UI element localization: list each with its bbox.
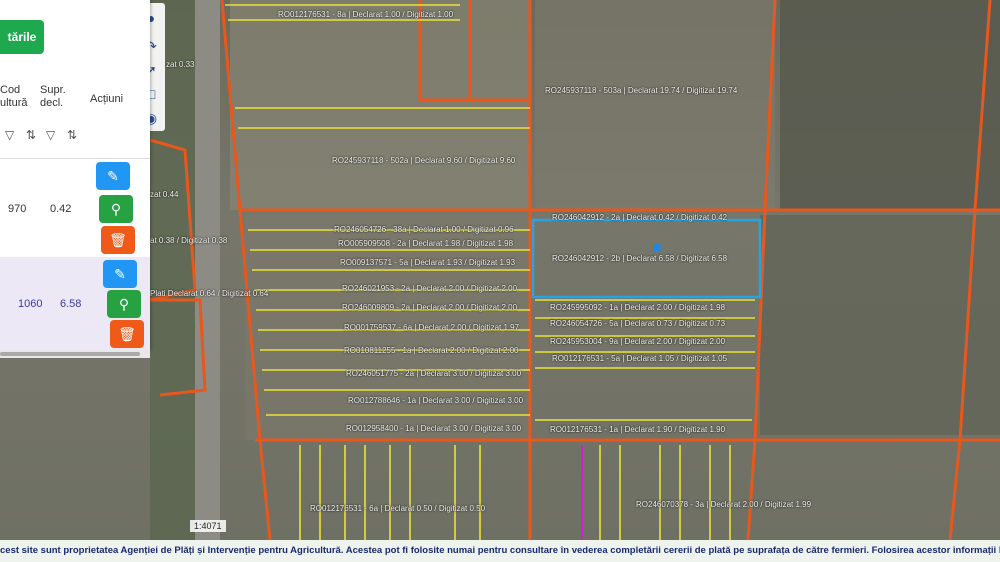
pencil-icon: ✎ <box>107 167 119 184</box>
delete-button[interactable]: 🗑 <box>110 320 144 348</box>
suprafata-cell: 0.42 <box>50 203 72 215</box>
parcel-label[interactable]: RO245937118 - 502a | Declarat 9.60 / Dig… <box>332 156 515 165</box>
search-icon: ⚲ <box>110 200 122 217</box>
parcel-label[interactable]: RO245937118 - 503a | Declarat 19.74 / Di… <box>545 86 737 95</box>
parcel-label[interactable]: RO009137571 - 5a | Declarat 1.93 / Digit… <box>340 258 515 267</box>
column-header-actiuni: Acțiuni <box>90 93 124 105</box>
parcel-label-selected[interactable]: RO246042912 - 2b | Declarat 6.58 / Digit… <box>552 254 727 263</box>
parcel-label[interactable]: RO246070378 - 3a | Declarat 2.00 / Digit… <box>636 500 811 509</box>
trash-icon: 🗑 <box>118 325 136 342</box>
sort-icon[interactable]: ⇅ <box>26 128 36 142</box>
delete-button[interactable]: 🗑 <box>101 226 135 254</box>
horizontal-scrollbar[interactable] <box>0 350 150 358</box>
column-header-cod-cultura[interactable]: Cod ultură <box>0 84 28 110</box>
disclaimer-text: cest site sunt proprietatea Agenției de … <box>0 540 1000 562</box>
map-scale: 1:4071 <box>190 520 226 532</box>
scrollbar-thumb[interactable] <box>0 352 140 356</box>
partial-parcel-label[interactable]: zat 0.33 <box>166 60 194 69</box>
parcel-label[interactable]: RO012176531 - 6a | Declarat 0.50 / Digit… <box>310 504 485 513</box>
partial-parcel-label[interactable]: Plati Declarat 0.64 / Digitizat 0.64 <box>150 289 268 298</box>
column-header-suprafata-declarata[interactable]: Supr. decl. <box>40 84 66 110</box>
parcel-label[interactable]: RO001759537 - 6a | Declarat 2.00 / Digit… <box>344 323 519 332</box>
declaration-panel: tările Cod ultură Supr. decl. Acțiuni ▽ … <box>0 0 150 350</box>
parcel-label[interactable]: RO246009809 - 2a | Declarat 2.00 / Digit… <box>342 303 517 312</box>
search-icon: ⚲ <box>118 295 130 312</box>
edit-button[interactable]: ✎ <box>103 260 137 288</box>
table-row-selected[interactable]: 1060 6.58 ✎ ⚲ 🗑 <box>0 257 150 350</box>
parcel-label[interactable]: RO012176531 - 1a | Declarat 1.90 / Digit… <box>550 425 725 434</box>
edit-button[interactable]: ✎ <box>96 162 130 190</box>
suprafata-cell: 6.58 <box>60 298 82 310</box>
cod-cultura-cell: 970 <box>8 203 27 215</box>
cod-cultura-cell: 1060 <box>18 298 43 310</box>
submit-button[interactable]: tările <box>0 20 44 54</box>
zoom-to-parcel-button[interactable]: ⚲ <box>99 195 133 223</box>
divider <box>0 158 150 159</box>
table-row[interactable]: 970 0.42 ✎ ⚲ 🗑 <box>0 160 150 255</box>
partial-parcel-label[interactable]: at 0.38 / Digitizat 0.38 <box>150 236 227 245</box>
parcel-label[interactable]: RO012176531 - 8a | Declarat 1.00 / Digit… <box>278 10 453 19</box>
parcel-label[interactable]: RO012788646 - 1a | Declarat 3.00 / Digit… <box>348 396 523 405</box>
pencil-icon: ✎ <box>114 265 126 282</box>
parcel-label[interactable]: RO246051775 - 2a | Declarat 3.00 / Digit… <box>346 369 521 378</box>
parcel-label[interactable]: RO246042912 - 2a | Declarat 0.42 / Digit… <box>552 213 727 222</box>
partial-parcel-label[interactable]: zat 0.44 <box>150 190 178 199</box>
parcel-label[interactable]: RO245953004 - 9a | Declarat 2.00 / Digit… <box>550 337 725 346</box>
filter-icon[interactable]: ▽ <box>46 128 55 142</box>
filter-icon[interactable]: ▽ <box>5 128 14 142</box>
parcel-label[interactable]: RO246054726 - 5a | Declarat 0.73 / Digit… <box>550 319 725 328</box>
parcel-label[interactable]: RO246021953 - 2a | Declarat 2.00 / Digit… <box>342 284 517 293</box>
parcel-label[interactable]: RO245995092 - 1a | Declarat 2.00 / Digit… <box>550 303 725 312</box>
parcel-label[interactable]: RO012958400 - 1a | Declarat 3.00 / Digit… <box>346 424 521 433</box>
parcel-label[interactable]: RO005909508 - 2a | Declarat 1.98 / Digit… <box>338 239 513 248</box>
zoom-to-parcel-button[interactable]: ⚲ <box>107 290 141 318</box>
trash-icon: 🗑 <box>109 231 127 248</box>
parcel-label[interactable]: RO246054726 - 38a | Declarat 1.00 / Digi… <box>334 225 514 234</box>
parcel-label[interactable]: RO012176531 - 5a | Declarat 1.05 / Digit… <box>552 354 727 363</box>
parcel-label[interactable]: RO010811255 - 1a | Declarat 2.00 / Digit… <box>344 346 518 355</box>
sort-icon[interactable]: ⇅ <box>67 128 77 142</box>
